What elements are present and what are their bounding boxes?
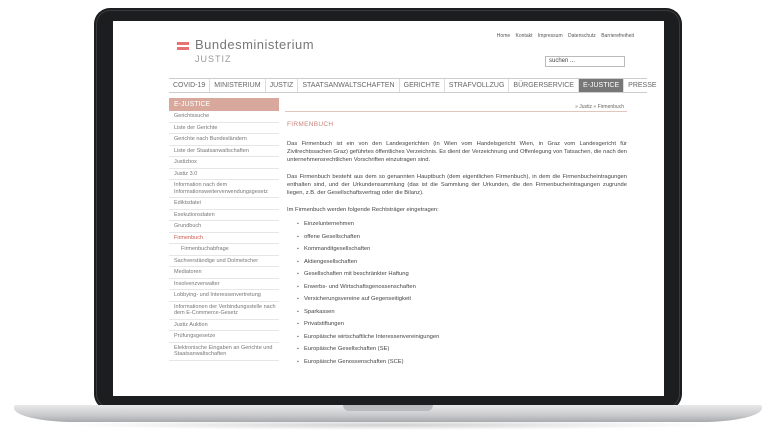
- breadcrumb: » Justiz » Firmenbuch: [575, 104, 624, 110]
- nav-gerichte[interactable]: GERICHTE: [400, 79, 445, 92]
- list-item: Sparkassen: [297, 308, 627, 316]
- sidebar-item-grundbuch[interactable]: Grundbuch: [169, 221, 279, 233]
- nav-e-justice[interactable]: E-JUSTICE: [578, 79, 625, 92]
- sidebar-item-justizbox[interactable]: Justizbox: [169, 157, 279, 169]
- browser-viewport: Bundesministerium JUSTIZ Home Kontakt Im…: [113, 21, 664, 396]
- list-item: Privatstiftungen: [297, 320, 627, 328]
- content-divider: [285, 111, 627, 112]
- list-item: Einzelunternehmen: [297, 220, 627, 228]
- sidebar-item-firmenbuchabfrage[interactable]: Firmenbuchabfrage: [169, 244, 279, 256]
- nav-covid-19[interactable]: COVID-19: [169, 79, 211, 92]
- search-input[interactable]: suchen ...: [545, 56, 625, 67]
- sidebar-item-liste-staatsanwaltschaften[interactable]: Liste der Staatsanwaltschaften: [169, 146, 279, 157]
- link-datenschutz[interactable]: Datenschutz: [568, 33, 596, 39]
- laptop-hinge-notch: [343, 405, 433, 411]
- sidebar-item-liste-gerichte[interactable]: Liste der Gerichte: [169, 123, 279, 134]
- list-item: Erwerbs- und Wirtschaftsgenossenschaften: [297, 283, 627, 291]
- sidebar-heading: E-JUSTICE: [169, 98, 279, 111]
- nav-justiz[interactable]: JUSTIZ: [266, 79, 299, 92]
- list-item: Versicherungsvereine auf Gegenseitigkeit: [297, 295, 627, 303]
- sidebar-item-pruefungsgesetze[interactable]: Prüfungsgesetze: [169, 331, 279, 343]
- sidebar-item-sachverstaendige[interactable]: Sachverständige und Dolmetscher: [169, 256, 279, 267]
- logo-subtitle: JUSTIZ: [195, 54, 232, 64]
- sidebar-item-verbindungsstelle[interactable]: Informationen der Verbindungsstelle nach…: [169, 302, 279, 320]
- nav-buergerservice[interactable]: BÜRGERSERVICE: [509, 79, 579, 92]
- sidebar-item-lobbying[interactable]: Lobbying- und Interessenvertretung: [169, 290, 279, 302]
- list-item: offene Gesellschaften: [297, 233, 627, 241]
- main-navigation: COVID-19 MINISTERIUM JUSTIZ STAATSANWALT…: [169, 78, 657, 93]
- austria-flag-icon: [177, 42, 189, 50]
- sidebar-item-justiz-3-0[interactable]: Justiz 3.0: [169, 169, 279, 180]
- list-intro: Im Firmenbuch werden folgende Rechtsträg…: [287, 207, 439, 213]
- nav-staatsanwaltschaften[interactable]: STAATSANWALTSCHAFTEN: [298, 79, 400, 92]
- list-item: Aktiengesellschaften: [297, 258, 627, 266]
- link-barrierefreiheit[interactable]: Barrierefreiheit: [601, 33, 634, 39]
- paragraph-2: Das Firmenbuch besteht aus dem so genann…: [287, 174, 627, 196]
- paragraph-1: Das Firmenbuch ist ein von den Landesger…: [287, 141, 627, 163]
- sidebar-item-ediktsdatei[interactable]: Ediktsdatei: [169, 198, 279, 210]
- sidebar-item-firmenbuch[interactable]: Firmenbuch: [169, 233, 279, 244]
- sidebar-item-mediatoren[interactable]: Mediatoren: [169, 267, 279, 279]
- nav-strafvollzug[interactable]: STRAFVOLLZUG: [445, 79, 510, 92]
- page-title: FIRMENBUCH: [287, 121, 334, 128]
- list-item: Europäische wirtschaftliche Interessenve…: [297, 333, 627, 341]
- sidebar: E-JUSTICE Gerichtssuche Liste der Gerich…: [169, 98, 279, 361]
- main-content: FIRMENBUCH Das Firmenbuch ist ein von de…: [287, 121, 627, 370]
- link-impressum[interactable]: Impressum: [538, 33, 563, 39]
- list-item: Europäische Gesellschaften (SE): [297, 345, 627, 353]
- sidebar-item-justiz-auktion[interactable]: Justiz Auktion: [169, 320, 279, 331]
- list-item: Gesellschaften mit beschränkter Haftung: [297, 270, 627, 278]
- list-item: Kommanditgesellschaften: [297, 245, 627, 253]
- link-home[interactable]: Home: [497, 33, 510, 39]
- sidebar-list: Gerichtssuche Liste der Gerichte Gericht…: [169, 111, 279, 361]
- sidebar-item-gerichtssuche[interactable]: Gerichtssuche: [169, 111, 279, 123]
- sidebar-item-insolvenzverwalter[interactable]: Insolvenzverwalter: [169, 279, 279, 290]
- logo-title: Bundesministerium: [195, 37, 315, 52]
- list-item: Europäische Genossenschaften (SCE): [297, 358, 627, 366]
- sidebar-item-gerichte-bundeslaender[interactable]: Gerichte nach Bundesländern: [169, 134, 279, 146]
- nav-ministerium[interactable]: MINISTERIUM: [210, 79, 266, 92]
- nav-presse[interactable]: PRESSE: [624, 79, 660, 92]
- sidebar-item-elektronische-eingaben[interactable]: Elektronische Eingaben an Gerichte und S…: [169, 343, 279, 361]
- sidebar-item-exekutionsdaten[interactable]: Exekutionsdaten: [169, 210, 279, 221]
- link-kontakt[interactable]: Kontakt: [516, 33, 533, 39]
- sidebar-item-informationsweiterverwendung[interactable]: Information nach dem Informationsweiterv…: [169, 180, 279, 198]
- utility-links: Home Kontakt Impressum Datenschutz Barri…: [493, 33, 634, 39]
- rechtstraeger-list: Einzelunternehmen offene Gesellschaften …: [287, 220, 627, 366]
